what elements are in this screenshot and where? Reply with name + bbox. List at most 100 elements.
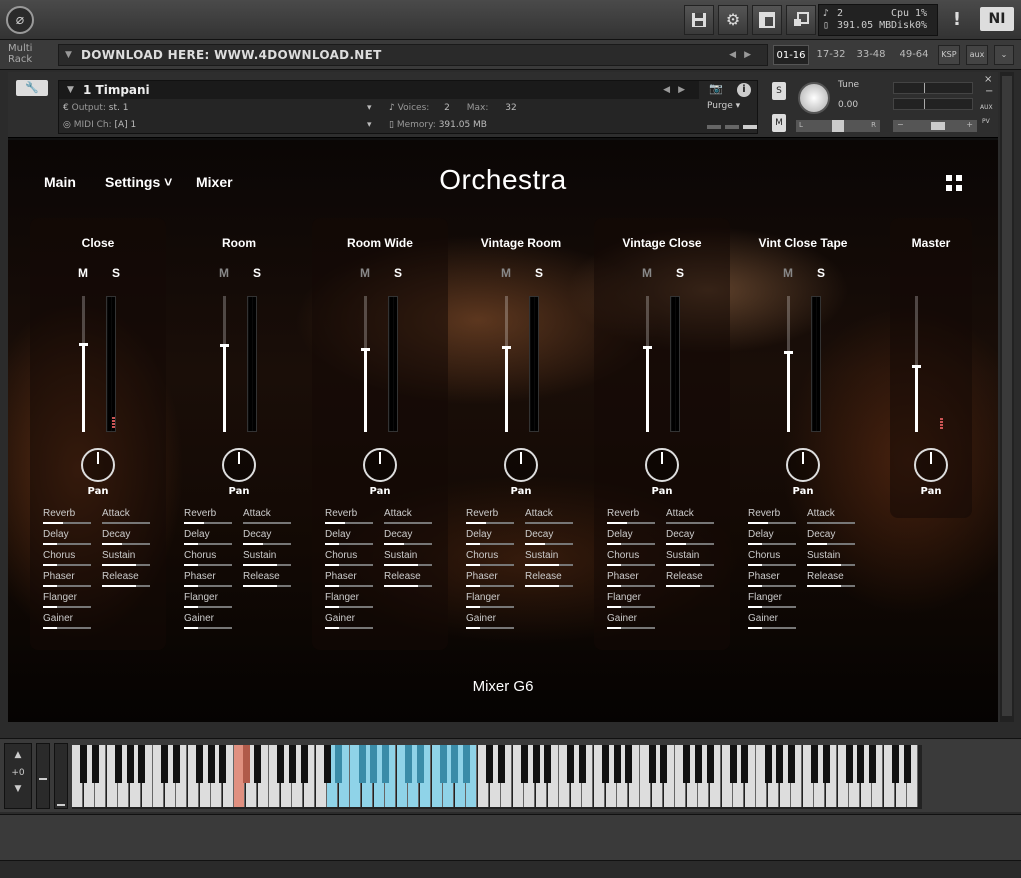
fx-slider[interactable] (748, 606, 796, 608)
channel-solo-button[interactable]: S (676, 266, 684, 280)
rack-menu-icon[interactable]: ⌄ (994, 45, 1014, 65)
black-key[interactable] (787, 745, 795, 783)
fader-handle[interactable] (912, 365, 921, 368)
black-key[interactable] (254, 745, 262, 783)
fx-slider[interactable] (43, 522, 91, 524)
black-key[interactable] (172, 745, 180, 783)
ksp-button[interactable]: KSP (938, 45, 960, 65)
fx-slider[interactable] (807, 543, 855, 545)
fx-slider[interactable] (43, 627, 91, 629)
fx-slider[interactable] (325, 606, 373, 608)
channel-pan-knob[interactable] (786, 448, 820, 482)
black-key[interactable] (810, 745, 818, 783)
black-key[interactable] (578, 745, 586, 783)
channel-pan-knob[interactable] (81, 448, 115, 482)
black-key[interactable] (648, 745, 656, 783)
ni-logo[interactable]: NI (980, 7, 1014, 31)
fx-slider[interactable] (466, 627, 514, 629)
instrument-prev-next-icon[interactable]: ◀▶ (663, 81, 693, 99)
black-key[interactable] (288, 745, 296, 783)
channel-volume-fader[interactable] (643, 296, 652, 432)
channel-volume-fader[interactable] (361, 296, 370, 432)
black-key[interactable] (80, 745, 88, 783)
fx-slider[interactable] (607, 627, 655, 629)
aux-button[interactable]: aux (966, 45, 988, 65)
black-key[interactable] (300, 745, 308, 783)
rack-prev-next-icon[interactable]: ◀▶ (729, 45, 759, 65)
fx-slider[interactable] (748, 543, 796, 545)
fx-slider[interactable] (807, 564, 855, 566)
fx-slider[interactable] (807, 522, 855, 524)
volume-handle[interactable] (931, 122, 945, 130)
fx-slider[interactable] (43, 585, 91, 587)
black-key[interactable] (439, 745, 447, 783)
fx-slider[interactable] (666, 522, 714, 524)
black-key[interactable] (277, 745, 285, 783)
channel-solo-button[interactable]: S (112, 266, 120, 280)
channel-pan-knob[interactable] (504, 448, 538, 482)
black-key[interactable] (845, 745, 853, 783)
black-key[interactable] (451, 745, 459, 783)
black-key[interactable] (161, 745, 169, 783)
save-button[interactable] (684, 5, 714, 35)
solo-button[interactable]: S (772, 82, 786, 100)
aux-toggle[interactable]: AUX (980, 104, 993, 111)
fx-slider[interactable] (748, 522, 796, 524)
fx-slider[interactable] (466, 585, 514, 587)
mute-button[interactable]: M (772, 114, 786, 132)
fx-slider[interactable] (607, 543, 655, 545)
fader-handle[interactable] (643, 346, 652, 349)
channel-mute-button[interactable]: M (501, 266, 511, 280)
black-key[interactable] (91, 745, 99, 783)
page-tab-01-16[interactable]: 01-16 (773, 45, 809, 65)
warning-button[interactable]: ! (944, 5, 970, 35)
minimize-instrument-icon[interactable]: − (985, 86, 993, 97)
fx-slider[interactable] (807, 585, 855, 587)
purge-button[interactable]: Purge ▾ (707, 101, 740, 111)
close-instrument-icon[interactable]: × (984, 74, 992, 85)
channel-solo-button[interactable]: S (535, 266, 543, 280)
fader-handle[interactable] (361, 348, 370, 351)
page-tab-17-32[interactable]: 17-32 (812, 45, 850, 65)
black-key[interactable] (486, 745, 494, 783)
fx-slider[interactable] (466, 522, 514, 524)
black-key[interactable] (776, 745, 784, 783)
fx-slider[interactable] (748, 585, 796, 587)
fx-slider[interactable] (466, 564, 514, 566)
black-key[interactable] (602, 745, 610, 783)
fx-slider[interactable] (102, 543, 150, 545)
black-key[interactable] (520, 745, 528, 783)
black-key[interactable] (892, 745, 900, 783)
fx-slider[interactable] (184, 543, 232, 545)
fx-slider[interactable] (102, 585, 150, 587)
octave-down-icon[interactable]: ▼ (5, 784, 31, 794)
fx-slider[interactable] (243, 564, 291, 566)
fader-handle[interactable] (502, 346, 511, 349)
pan-slider[interactable]: L R (796, 120, 880, 132)
output-selector[interactable]: € Output: st. 1 ▾ (63, 101, 373, 115)
fader-handle[interactable] (220, 344, 229, 347)
dropdown-arrow-icon[interactable]: ▼ (67, 81, 74, 99)
wrench-icon[interactable]: 🔧 (16, 80, 48, 96)
black-key[interactable] (358, 745, 366, 783)
fx-slider[interactable] (325, 564, 373, 566)
black-key[interactable] (532, 745, 540, 783)
black-key[interactable] (114, 745, 122, 783)
midi-channel-selector[interactable]: ◎ MIDI Ch: [A] 1 ▾ (63, 118, 373, 132)
black-key[interactable] (416, 745, 424, 783)
black-key[interactable] (613, 745, 621, 783)
fx-slider[interactable] (243, 585, 291, 587)
master-pan-knob[interactable] (914, 448, 948, 482)
kontakt-logo-icon[interactable]: ⌀ (6, 6, 34, 34)
octave-up-icon[interactable]: ▲ (5, 750, 31, 760)
fx-slider[interactable] (102, 522, 150, 524)
channel-volume-fader[interactable] (220, 296, 229, 432)
fx-slider[interactable] (607, 606, 655, 608)
channel-mute-button[interactable]: M (219, 266, 229, 280)
black-key[interactable] (729, 745, 737, 783)
pv-toggle[interactable]: PV (982, 118, 990, 125)
view-button[interactable] (752, 5, 782, 35)
master-volume-fader[interactable] (912, 296, 921, 432)
grid-menu-icon[interactable] (946, 175, 962, 191)
channel-volume-fader[interactable] (784, 296, 793, 432)
